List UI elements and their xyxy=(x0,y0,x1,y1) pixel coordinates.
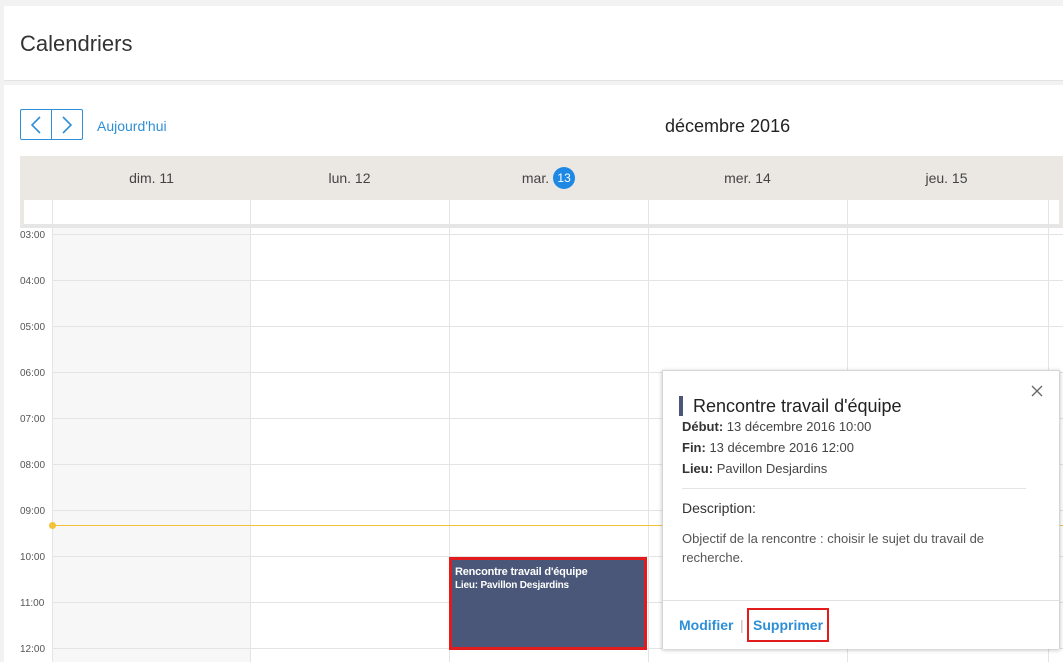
end-label: Fin: xyxy=(682,440,706,455)
action-separator: | xyxy=(740,617,744,633)
close-icon[interactable] xyxy=(1031,385,1043,397)
event-start: Début: 13 décembre 2016 10:00 xyxy=(682,419,871,434)
column-divider xyxy=(250,228,251,662)
popover-footer: Modifier | Supprimer xyxy=(663,600,1059,649)
event-details-popover: Rencontre travail d'équipe Début: 13 déc… xyxy=(662,370,1060,649)
end-value: 13 décembre 2016 12:00 xyxy=(709,440,855,455)
day-header-mon[interactable]: lun. 12 xyxy=(250,156,449,200)
day-header-label: dim. 11 xyxy=(129,170,174,186)
today-date-badge: 13 xyxy=(553,167,576,190)
location-value: Pavillon Desjardins xyxy=(716,461,828,476)
location-label: Lieu: xyxy=(682,461,714,476)
column-divider xyxy=(250,200,251,224)
time-label: 03:00 xyxy=(20,230,46,241)
day-header-label: mar. xyxy=(521,170,550,186)
hour-row-line xyxy=(52,234,1063,235)
divider xyxy=(682,488,1026,489)
time-label: 06:00 xyxy=(20,368,46,379)
column-divider xyxy=(1048,200,1049,224)
description-label: Description: xyxy=(682,500,756,516)
previous-week-button[interactable] xyxy=(21,110,51,139)
day-header-label: mer. 14 xyxy=(724,170,771,186)
hour-row-line xyxy=(52,280,1063,281)
column-divider xyxy=(449,200,450,224)
month-label: décembre 2016 xyxy=(665,116,791,136)
day-header-sun[interactable]: dim. 11 xyxy=(52,156,251,200)
chevron-left-icon xyxy=(30,115,41,134)
page-title: Calendriers xyxy=(20,31,133,56)
day-header-row: dim. 11 lun. 12 mar. 13 mer. 14 jeu. 15 xyxy=(20,156,1063,200)
calendar-event[interactable]: Rencontre travail d'équipe Lieu: Pavillo… xyxy=(449,557,647,650)
time-label: 09:00 xyxy=(20,506,46,517)
page-header: Calendriers xyxy=(4,6,1063,81)
popover-title: Rencontre travail d'équipe xyxy=(679,396,902,416)
time-label: 07:00 xyxy=(20,414,46,425)
time-label: 11:00 xyxy=(20,598,45,609)
column-divider xyxy=(847,200,848,224)
all-day-row[interactable] xyxy=(20,200,1063,228)
time-label: 04:00 xyxy=(20,276,46,287)
event-end: Fin: 13 décembre 2016 12:00 xyxy=(682,440,854,455)
day-header-label: jeu. 15 xyxy=(925,170,968,186)
modify-button[interactable]: Modifier xyxy=(679,617,733,633)
hour-row-line xyxy=(52,326,1063,327)
description-text: Objectif de la rencontre : choisir le su… xyxy=(682,531,985,565)
delete-button[interactable]: Supprimer xyxy=(747,608,830,642)
day-header-label: lun. 12 xyxy=(328,170,371,186)
current-time-dot xyxy=(49,522,56,529)
week-navigation xyxy=(20,109,83,140)
time-label: 05:00 xyxy=(20,322,46,333)
time-label: 10:00 xyxy=(20,552,46,563)
column-divider xyxy=(648,228,649,662)
column-divider xyxy=(52,228,53,662)
time-label: 12:00 xyxy=(20,644,46,655)
time-label: 08:00 xyxy=(20,460,46,471)
chevron-right-icon xyxy=(62,115,73,134)
start-label: Début: xyxy=(682,419,724,434)
day-header-tue[interactable]: mar. 13 xyxy=(449,156,648,200)
day-header-thu[interactable]: jeu. 15 xyxy=(847,156,1046,200)
weekend-column xyxy=(52,228,250,662)
next-week-button[interactable] xyxy=(51,110,82,139)
event-location: Lieu: Pavillon Desjardins xyxy=(455,580,569,591)
calendar-panel: Aujourd'hui décembre 2016 dim. 11 lun. 1… xyxy=(4,85,1063,662)
column-divider xyxy=(648,200,649,224)
day-header-wed[interactable]: mer. 14 xyxy=(648,156,847,200)
start-value: 13 décembre 2016 10:00 xyxy=(726,419,872,434)
column-divider xyxy=(52,200,53,224)
today-button[interactable]: Aujourd'hui xyxy=(97,118,167,134)
event-location-row: Lieu: Pavillon Desjardins xyxy=(682,461,827,476)
event-title: Rencontre travail d'équipe xyxy=(455,566,588,578)
